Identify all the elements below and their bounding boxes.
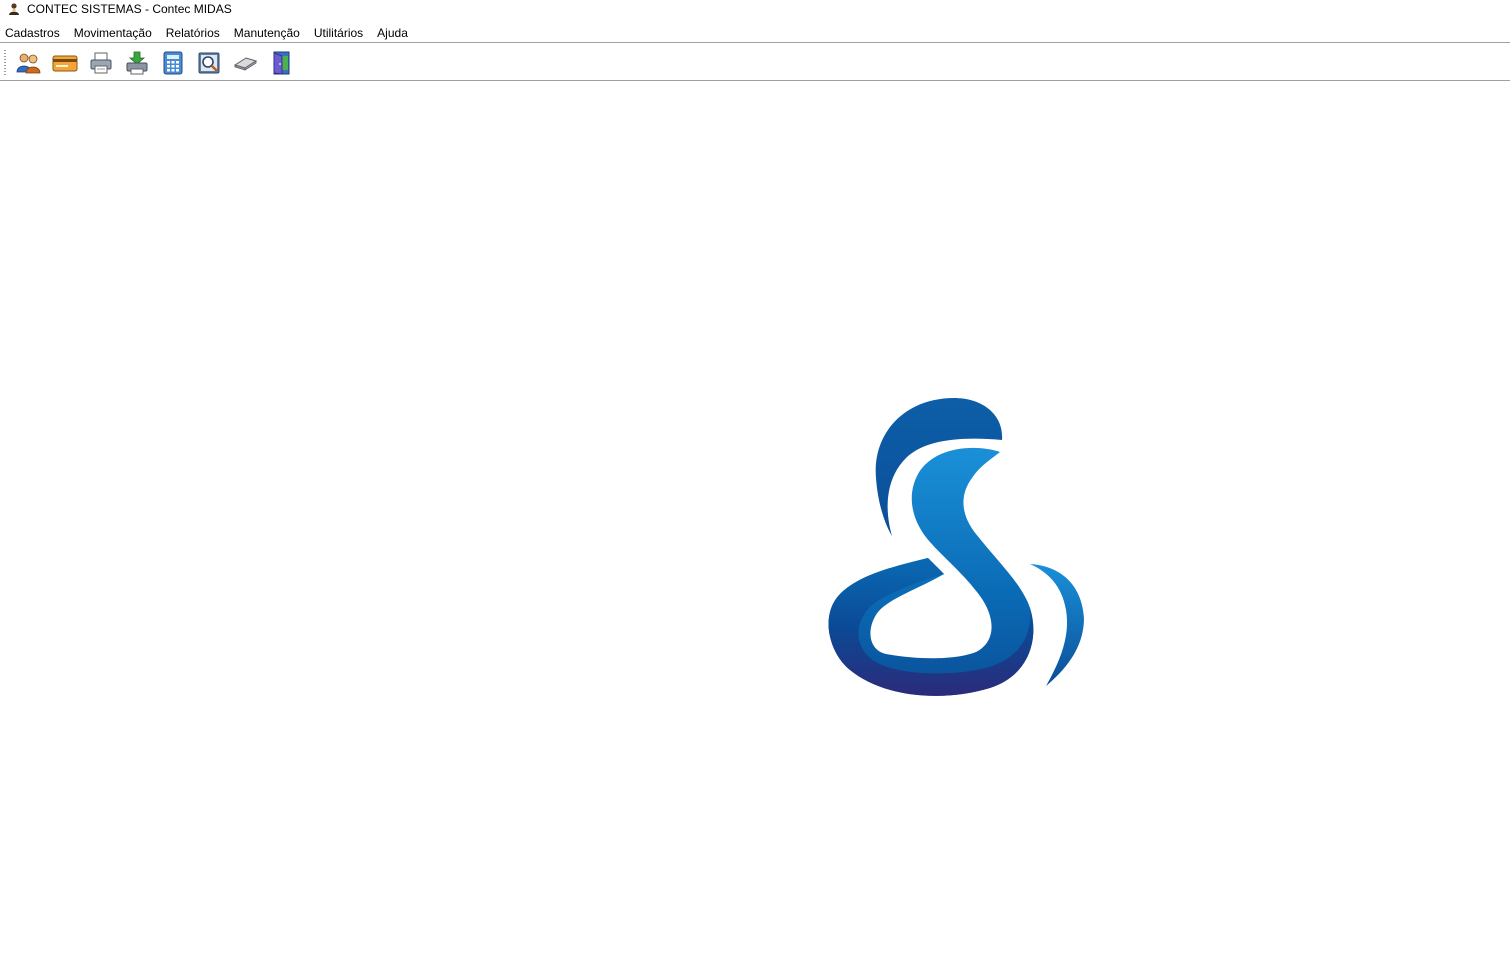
eraser-icon (233, 57, 258, 71)
calculator-button[interactable] (159, 50, 187, 76)
printer-button[interactable] (87, 50, 115, 76)
main-window: CONTEC SISTEMAS - Contec MIDAS Cadastros… (0, 0, 1510, 962)
card-icon (52, 55, 78, 72)
download-printer-icon (126, 51, 148, 75)
users-button[interactable] (15, 50, 43, 76)
download-printer-button[interactable] (123, 50, 151, 76)
exit-button[interactable] (267, 50, 295, 76)
menu-ajuda[interactable]: Ajuda (370, 24, 415, 42)
app-person-icon (9, 2, 19, 15)
contec-s-logo (828, 398, 1084, 696)
printer-icon (90, 52, 112, 74)
menu-relatorios[interactable]: Relatórios (159, 24, 227, 42)
toolbar-grip[interactable] (4, 50, 6, 76)
report-preview-button[interactable] (195, 50, 223, 76)
users-icon (16, 53, 41, 74)
exit-door-icon (273, 51, 290, 75)
menu-movimentacao[interactable]: Movimentação (67, 24, 159, 42)
eraser-button[interactable] (231, 50, 259, 76)
toolbar (0, 44, 1510, 81)
card-button[interactable] (51, 50, 79, 76)
title-bar: CONTEC SISTEMAS - Contec MIDAS (0, 0, 1510, 17)
menu-utilitarios[interactable]: Utilitários (307, 24, 370, 42)
menu-cadastros[interactable]: Cadastros (0, 24, 67, 42)
menu-bar: Cadastros Movimentação Relatórios Manute… (0, 23, 1510, 43)
menu-manutencao[interactable]: Manutenção (227, 24, 307, 42)
workspace (0, 82, 1510, 962)
report-preview-icon (198, 52, 220, 74)
window-title: CONTEC SISTEMAS - Contec MIDAS (27, 1, 232, 16)
calculator-icon (163, 51, 183, 75)
